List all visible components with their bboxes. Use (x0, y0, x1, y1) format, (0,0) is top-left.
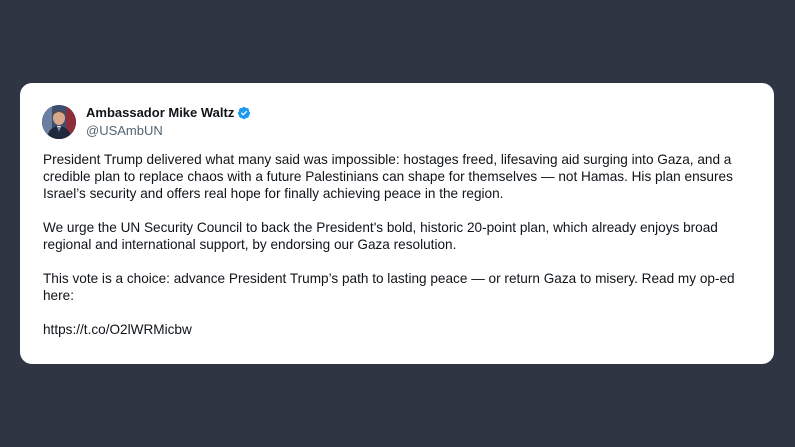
profile-photo-icon (42, 105, 76, 139)
verified-badge-icon (237, 106, 251, 120)
link-paragraph: https://t.co/O2lWRMicbw (43, 321, 755, 338)
tweet-paragraph: This vote is a choice: advance President… (43, 271, 735, 303)
name-row: Ambassador Mike Waltz (86, 105, 251, 121)
tweet-header: Ambassador Mike Waltz @USAmbUN (42, 104, 251, 140)
tweet-card: Ambassador Mike Waltz @USAmbUN President… (20, 83, 774, 364)
tweet-paragraph: President Trump delivered what many said… (43, 152, 733, 201)
author-block: Ambassador Mike Waltz @USAmbUN (86, 105, 251, 139)
tweet-body: President Trump delivered what many said… (43, 151, 755, 355)
tweet-paragraph: We urge the UN Security Council to back … (43, 220, 718, 252)
display-name[interactable]: Ambassador Mike Waltz (86, 105, 234, 121)
tweet-link[interactable]: https://t.co/O2lWRMicbw (43, 322, 192, 337)
avatar[interactable] (42, 105, 76, 139)
author-handle[interactable]: @USAmbUN (86, 123, 251, 139)
